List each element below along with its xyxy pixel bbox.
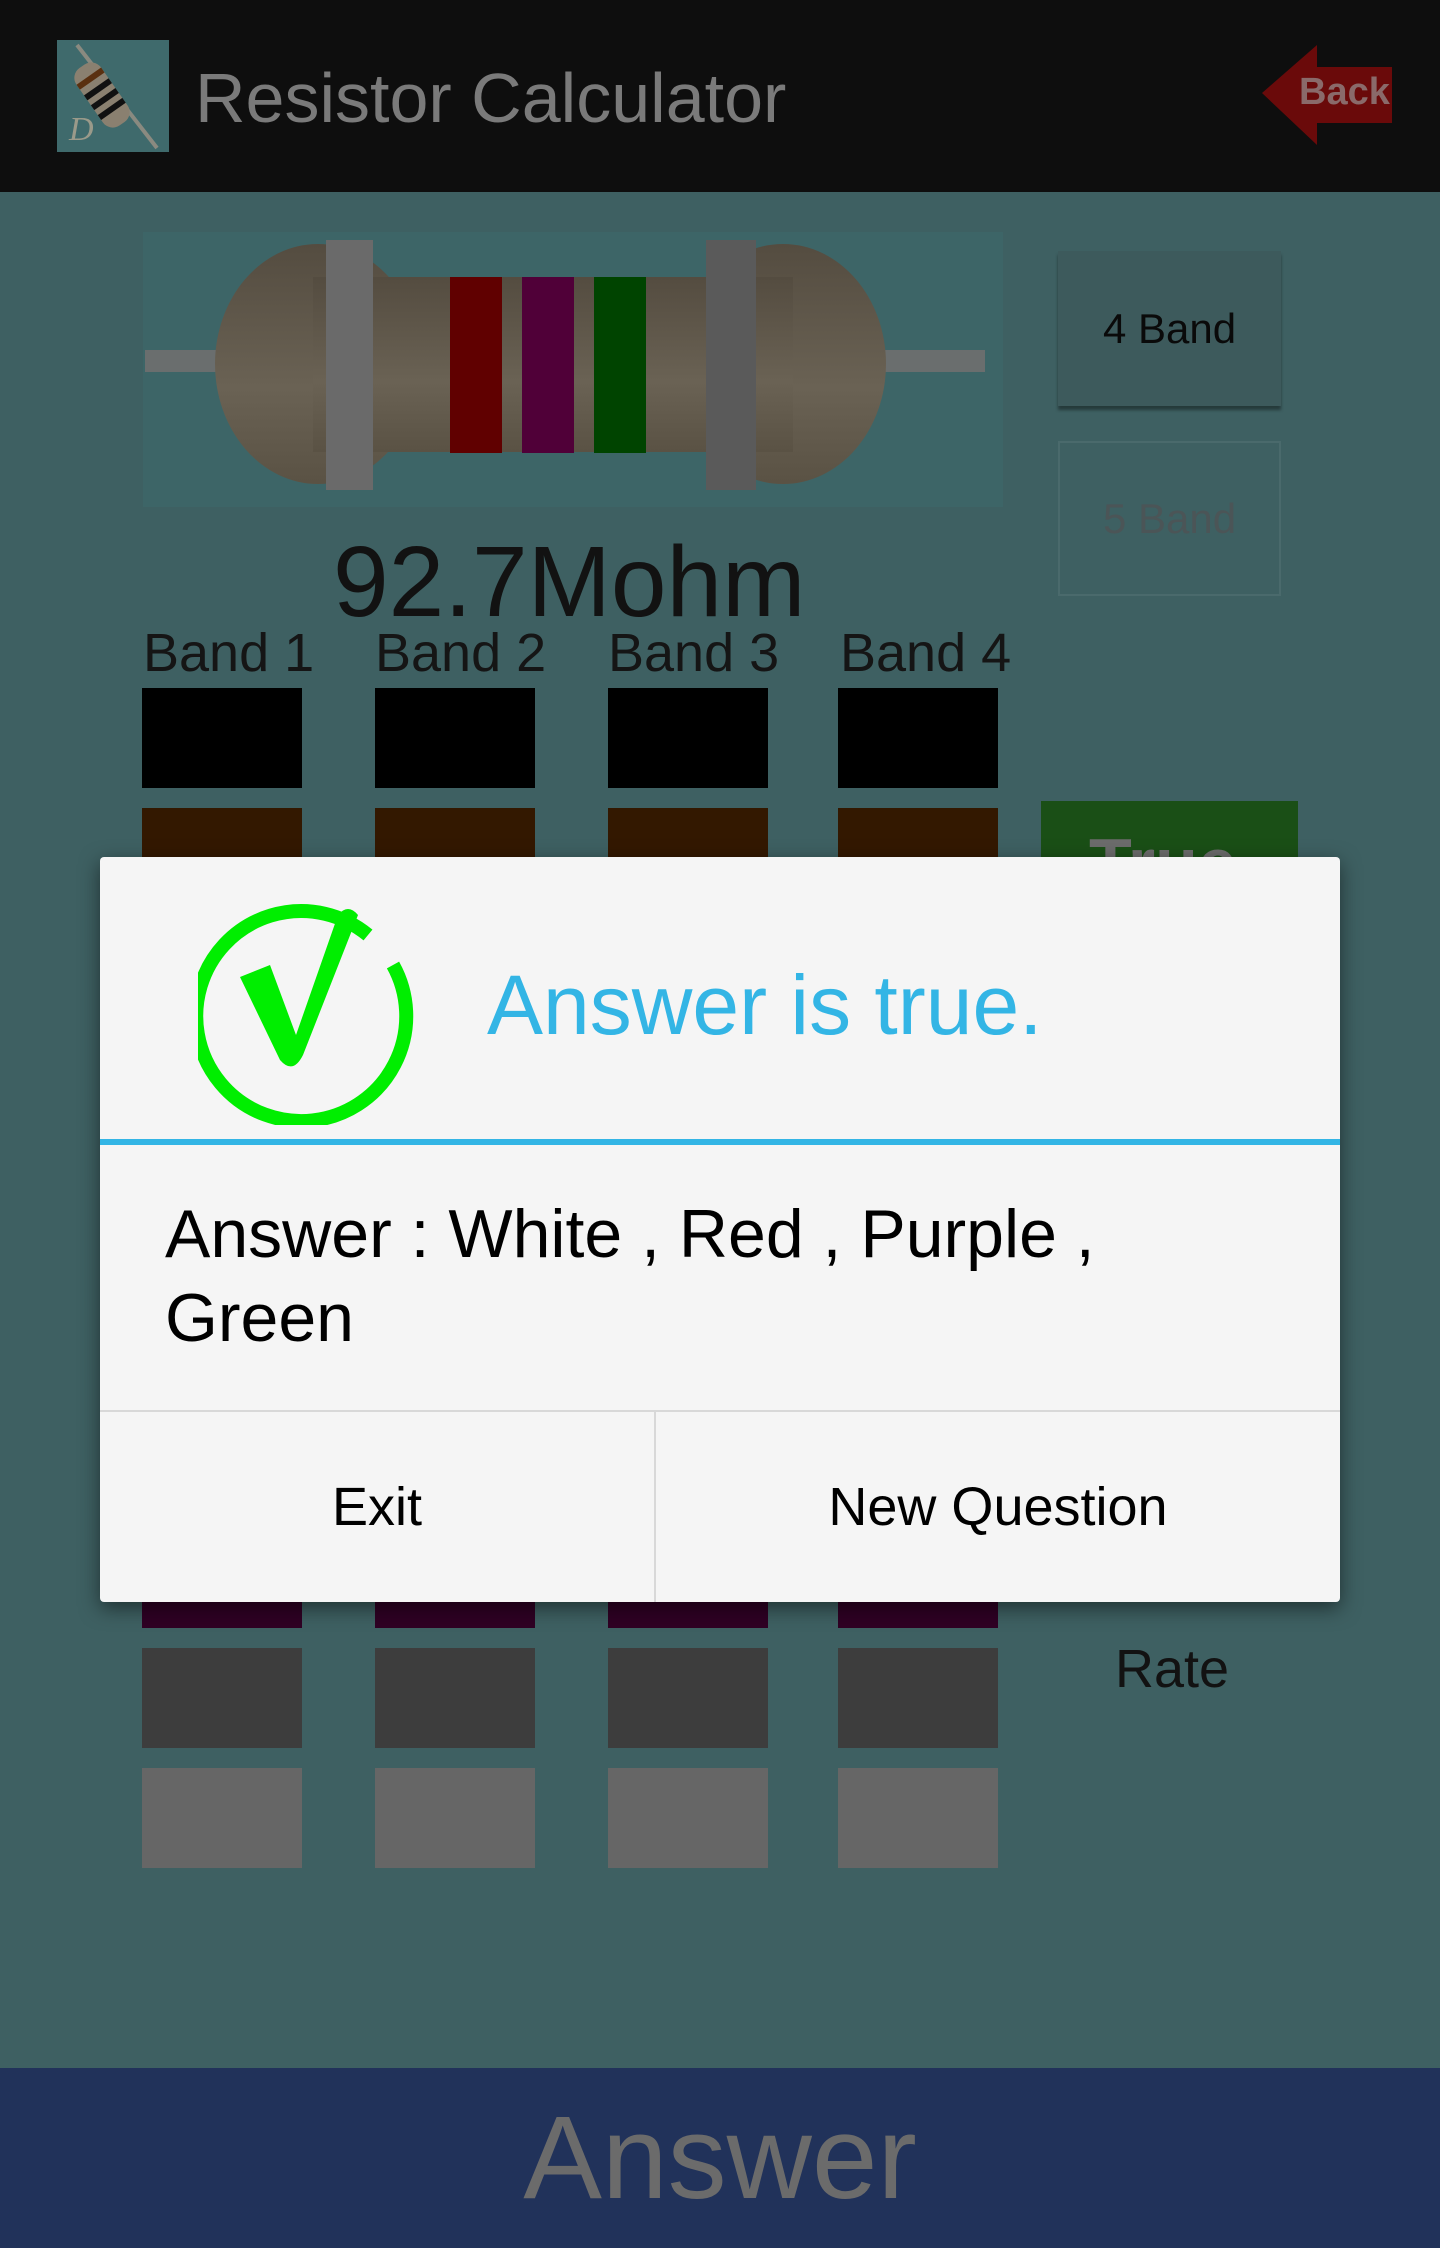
resistor-band-4 (594, 277, 646, 453)
rate-button[interactable]: Rate (1115, 1638, 1229, 1700)
four-band-button[interactable]: 4 Band (1058, 251, 1281, 406)
band-4-label: Band 4 (840, 623, 1012, 683)
band-1-label: Band 1 (143, 623, 315, 683)
new-question-button[interactable]: New Question (656, 1412, 1340, 1602)
color-swatch-band-4[interactable] (838, 1768, 998, 1868)
band-2-label: Band 2 (375, 623, 547, 683)
dialog-header: Answer is true. (100, 857, 1340, 1145)
color-swatch-band-1[interactable] (142, 1648, 302, 1748)
app-title: Resistor Calculator (195, 59, 787, 137)
svg-text:D: D (68, 111, 94, 148)
answer-button[interactable]: Answer (0, 2068, 1440, 2248)
color-swatch-band-2[interactable] (375, 688, 535, 788)
resistor-band-3 (522, 277, 574, 453)
resistor-icon: D (57, 40, 169, 152)
color-swatch-band-4[interactable] (838, 1648, 998, 1748)
resistor-image (143, 232, 1003, 507)
color-swatch-band-3[interactable] (608, 688, 768, 788)
dialog-buttons: Exit New Question (100, 1410, 1340, 1602)
resistor-band-1 (326, 240, 373, 490)
back-label: Back (1299, 71, 1390, 113)
band-3-label: Band 3 (608, 623, 780, 683)
back-button[interactable]: Back (1262, 45, 1392, 145)
color-swatch-band-1[interactable] (142, 688, 302, 788)
color-swatch-band-3[interactable] (608, 1768, 768, 1868)
answer-label: Answer (523, 2092, 917, 2224)
green-checkmark-icon (198, 904, 414, 1125)
dialog-title: Answer is true. (487, 958, 1043, 1052)
color-swatch-band-2[interactable] (375, 1648, 535, 1748)
result-dialog: Answer is true. Answer : White , Red , P… (100, 857, 1340, 1602)
color-swatch-band-1[interactable] (142, 1768, 302, 1868)
five-band-button[interactable]: 5 Band (1058, 441, 1281, 596)
color-swatch-band-4[interactable] (838, 688, 998, 788)
resistor-tolerance-band (706, 240, 756, 490)
color-swatch-band-3[interactable] (608, 1648, 768, 1748)
dialog-message: Answer : White , Red , Purple , Green (165, 1196, 1095, 1356)
app-bar: D Resistor Calculator Back (0, 0, 1440, 192)
exit-button[interactable]: Exit (100, 1412, 656, 1602)
resistor-band-2 (450, 277, 502, 453)
color-swatch-band-2[interactable] (375, 1768, 535, 1868)
